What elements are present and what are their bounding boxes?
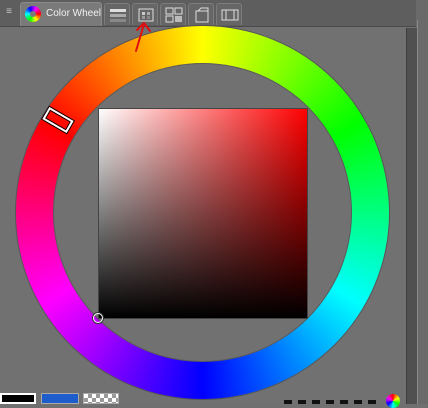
main-color-swatch[interactable] [0, 393, 36, 404]
intermediate-color-icon [110, 9, 126, 22]
annotation-arrow-icon [135, 21, 151, 52]
saturation-value-cursor[interactable] [93, 313, 103, 323]
color-slider-icon [221, 9, 239, 21]
tab-color-history[interactable] [160, 3, 186, 25]
panel-toolbar-icon[interactable] [354, 400, 362, 404]
panel-scrollbar[interactable] [406, 28, 417, 404]
panel-toolbar-icon[interactable] [284, 400, 292, 404]
panel-toolbar-icon[interactable] [298, 400, 306, 404]
panel-toolbar-icon[interactable] [326, 400, 334, 404]
transparent-color-swatch[interactable] [83, 393, 119, 404]
tab-intermediate-color[interactable] [104, 3, 130, 25]
tab-color-wheel[interactable]: Color Wheel [20, 2, 102, 26]
color-wheel-panel: ≡ Color Wheel [0, 0, 428, 408]
mini-color-wheel-icon[interactable] [386, 394, 400, 408]
saturation-value-square[interactable] [98, 108, 308, 319]
tab-color-set[interactable] [188, 3, 214, 25]
sub-color-swatch[interactable] [41, 393, 79, 404]
color-set-icon [195, 7, 209, 23]
panel-tab-bar: ≡ Color Wheel [0, 0, 416, 27]
panel-menu-grip-icon[interactable]: ≡ [3, 6, 15, 18]
color-history-icon [165, 7, 183, 23]
panel-divider [417, 20, 418, 404]
color-wheel-icon [25, 6, 41, 22]
tab-color-slider[interactable] [216, 3, 242, 25]
panel-toolbar-icon[interactable] [368, 400, 376, 404]
tab-label: Color Wheel [46, 8, 102, 19]
panel-toolbar-icon[interactable] [340, 400, 348, 404]
panel-toolbar-icon[interactable] [312, 400, 320, 404]
